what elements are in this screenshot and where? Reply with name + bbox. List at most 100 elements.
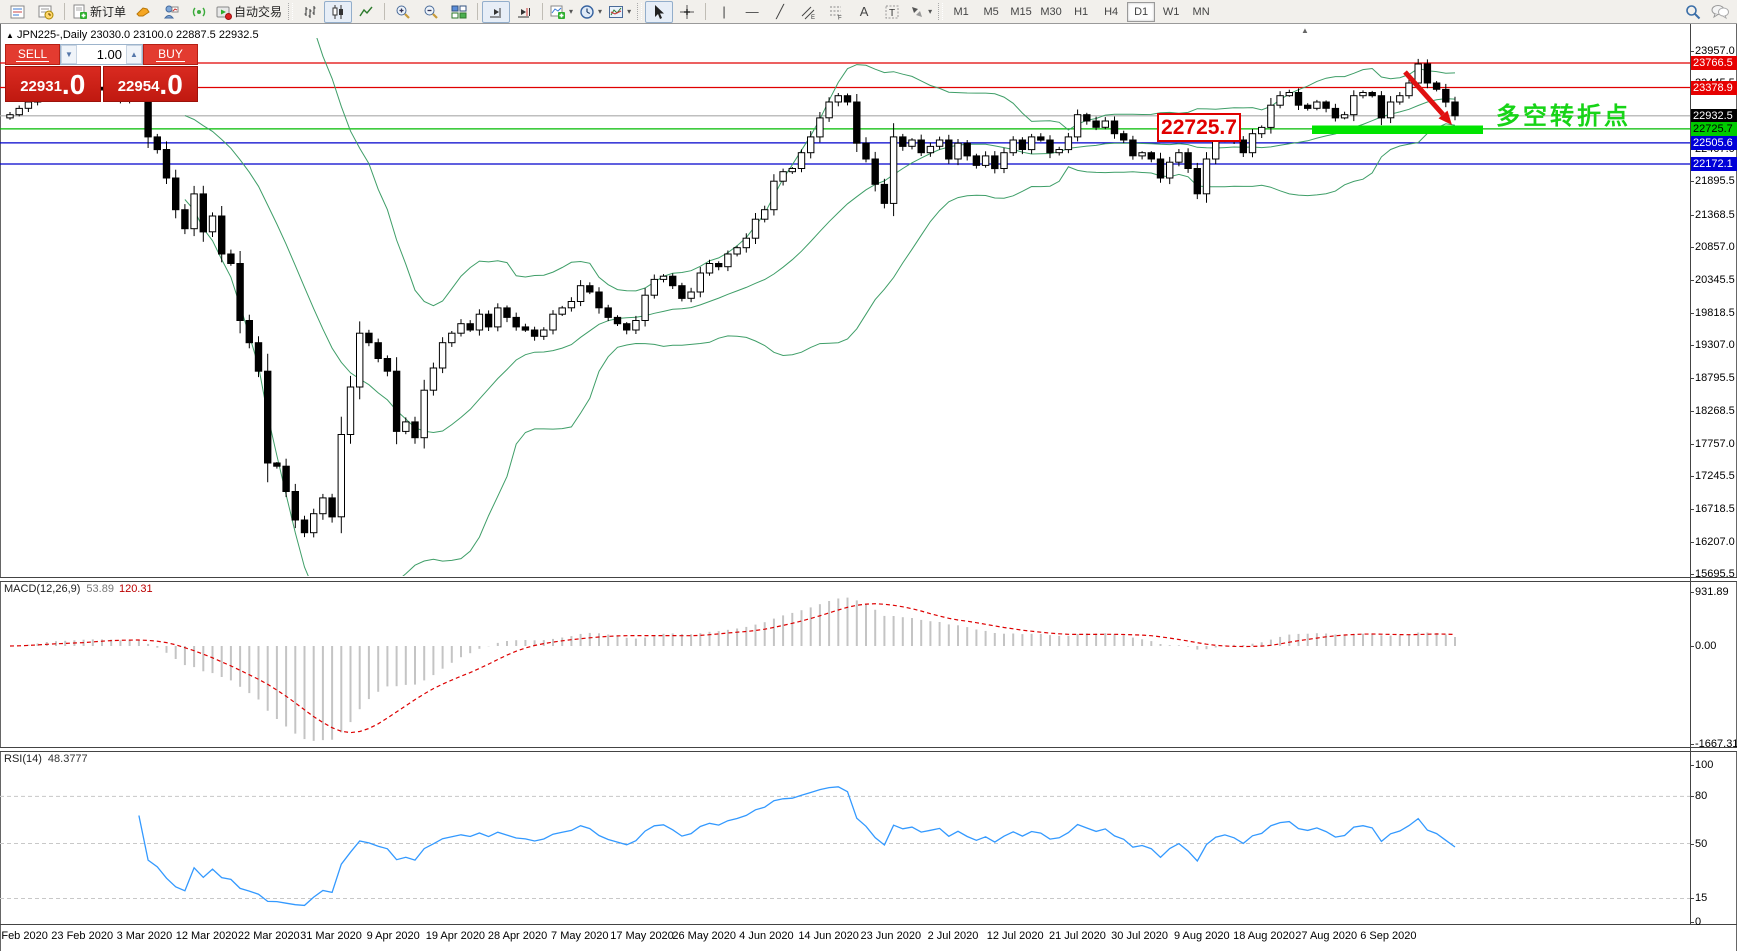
rsi-axis-tick: 50 bbox=[1689, 837, 1708, 850]
price-axis-tick: 21368.5 bbox=[1690, 208, 1735, 221]
buy-button[interactable]: BUY bbox=[143, 44, 198, 65]
line-chart-icon-svg bbox=[359, 6, 373, 16]
price-axis-tick: 19307.0 bbox=[1690, 339, 1735, 352]
svg-text:T: T bbox=[889, 8, 895, 19]
periods-button[interactable]: ▾ bbox=[576, 1, 605, 23]
text-label-tool-icon[interactable]: T bbox=[878, 1, 906, 23]
macd-axis-tick: 931.89 bbox=[1690, 585, 1729, 598]
zoom-out-icon-svg bbox=[424, 5, 438, 19]
toolbar-separator bbox=[384, 3, 386, 20]
price-flag-annotation[interactable]: 22725.7 bbox=[1157, 113, 1241, 142]
main-toolbar: 新订单 自动交易 ▾ ▾ ▾ | — ╱ E F A T ▾ M1 M5 M15… bbox=[0, 0, 1737, 24]
timeframe-m30[interactable]: M30 bbox=[1037, 2, 1065, 22]
text-tool-icon[interactable]: A bbox=[850, 1, 878, 23]
candlestick-chart-icon-svg bbox=[332, 4, 344, 19]
new-order-icon bbox=[73, 4, 87, 19]
price-badge: 22932.5 bbox=[1691, 108, 1737, 123]
toolbar-separator bbox=[477, 3, 479, 20]
data-window-icon[interactable] bbox=[32, 1, 60, 23]
toolbar-separator bbox=[64, 3, 65, 20]
crosshair-tool-icon[interactable] bbox=[673, 1, 701, 23]
metaeditor-icon[interactable] bbox=[129, 1, 157, 23]
vertical-line-tool-icon[interactable]: | bbox=[710, 1, 738, 23]
timeframe-m1[interactable]: M1 bbox=[947, 2, 975, 22]
buy-price-display[interactable]: 22954 .0 bbox=[102, 66, 198, 102]
chart-canvas[interactable] bbox=[0, 0, 1737, 951]
new-order-button[interactable]: 新订单 bbox=[69, 1, 129, 23]
support-zone-bar[interactable] bbox=[1312, 125, 1483, 135]
chart-shift-icon[interactable] bbox=[510, 1, 538, 23]
date-axis-label: 2 Jul 2020 bbox=[927, 930, 979, 942]
timeframe-w1[interactable]: W1 bbox=[1157, 2, 1185, 22]
macd-pane-separator[interactable] bbox=[0, 577, 1737, 582]
date-axis-label: 4 Jun 2020 bbox=[739, 930, 794, 942]
price-badge: 22172.1 bbox=[1691, 156, 1737, 171]
fibonacci-tool-icon[interactable]: F bbox=[822, 1, 850, 23]
timeframe-mn[interactable]: MN bbox=[1187, 2, 1215, 22]
market-watch-icon[interactable] bbox=[4, 1, 32, 23]
indicators-icon bbox=[550, 5, 566, 19]
bar-chart-icon[interactable] bbox=[296, 1, 324, 23]
sell-price-display[interactable]: 22931 .0 bbox=[5, 66, 101, 102]
volume-increase-button[interactable]: ▲ bbox=[126, 45, 142, 64]
chat-icon[interactable] bbox=[1711, 4, 1729, 20]
mt4-terminal: { "toolbar": { "new_order_label": "新订单",… bbox=[0, 0, 1737, 951]
zoom-out-icon[interactable] bbox=[417, 1, 445, 23]
timeframe-d1[interactable]: D1 bbox=[1127, 1, 1156, 22]
rsi-value: 48.3777 bbox=[47, 753, 88, 765]
sell-button[interactable]: SELL bbox=[5, 44, 60, 65]
tile-windows-icon-svg bbox=[451, 5, 467, 18]
indicators-button[interactable]: ▾ bbox=[547, 1, 576, 23]
volume-decrease-button[interactable]: ▼ bbox=[61, 45, 77, 64]
volume-value[interactable]: 1.00 bbox=[77, 45, 126, 64]
timeframe-m5[interactable]: M5 bbox=[977, 2, 1005, 22]
trendline-glyph: ╱ bbox=[776, 4, 784, 19]
channel-tool-icon[interactable]: E bbox=[794, 1, 822, 23]
one-click-trading-panel: SELL ▼ 1.00 ▲ BUY 22931 .0 22954 .0 bbox=[5, 44, 198, 102]
timeframe-m15[interactable]: M15 bbox=[1007, 2, 1035, 22]
cursor-tool-icon[interactable] bbox=[645, 0, 674, 23]
timeframe-h4[interactable]: H4 bbox=[1097, 2, 1125, 22]
macd-histogram bbox=[18, 597, 1456, 741]
line-chart-icon[interactable] bbox=[352, 1, 380, 23]
buy-price-int: 22954 bbox=[117, 78, 160, 95]
new-order-label: 新订单 bbox=[90, 5, 127, 19]
rsi-pane-separator[interactable] bbox=[0, 747, 1737, 752]
arrows-dropdown-arrow: ▾ bbox=[928, 7, 933, 16]
rsi-line bbox=[138, 786, 1456, 907]
community-icon[interactable] bbox=[157, 1, 185, 23]
arrows-tool-icon[interactable]: ▾ bbox=[906, 1, 935, 23]
sell-button-label: SELL bbox=[15, 47, 50, 62]
date-axis-label: 14 Jun 2020 bbox=[798, 930, 859, 942]
toolbar-grip bbox=[288, 3, 294, 20]
chart-symbol-header: ▲ JPN225-,Daily 23030.0 23100.0 22887.5 … bbox=[6, 29, 259, 41]
volume-stepper: ▼ 1.00 ▲ bbox=[60, 44, 143, 65]
templates-button[interactable]: ▾ bbox=[605, 1, 634, 23]
text-label-icon-svg: T bbox=[885, 5, 899, 19]
signals-icon[interactable] bbox=[185, 1, 213, 23]
periods-icon bbox=[580, 4, 594, 19]
date-axis-label: 27 Aug 2020 bbox=[1295, 930, 1358, 942]
rsi-label: RSI(14) 48.3777 bbox=[4, 753, 88, 765]
channel-icon-svg: E bbox=[801, 6, 815, 20]
trendline-tool-icon[interactable]: ╱ bbox=[766, 1, 794, 23]
svg-text:E: E bbox=[811, 15, 815, 20]
candlestick-chart-icon[interactable] bbox=[324, 0, 353, 23]
zoom-in-icon[interactable] bbox=[389, 1, 417, 23]
timeframe-h1[interactable]: H1 bbox=[1067, 2, 1095, 22]
date-axis-label: 26 May 2020 bbox=[672, 930, 736, 942]
horizontal-line-tool-icon[interactable]: — bbox=[738, 1, 766, 23]
macd-value-main: 53.89 bbox=[86, 583, 114, 595]
toolbar-separator bbox=[542, 3, 544, 20]
note-text-annotation[interactable]: 多空转折点 bbox=[1496, 96, 1631, 131]
templates-dropdown-arrow: ▾ bbox=[627, 7, 632, 16]
symbol-marker-icon: ▲ bbox=[6, 31, 14, 40]
auto-scroll-icon[interactable] bbox=[482, 0, 511, 23]
date-axis-label: 23 Feb 2020 bbox=[51, 930, 114, 942]
search-icon[interactable] bbox=[1685, 4, 1701, 20]
market-watch-icon-svg bbox=[10, 5, 25, 18]
tile-windows-icon[interactable] bbox=[445, 1, 473, 23]
autotrading-button[interactable]: 自动交易 bbox=[213, 1, 285, 23]
date-axis-label: 30 Jul 2020 bbox=[1111, 930, 1169, 942]
price-badge: 22505.6 bbox=[1691, 135, 1737, 150]
